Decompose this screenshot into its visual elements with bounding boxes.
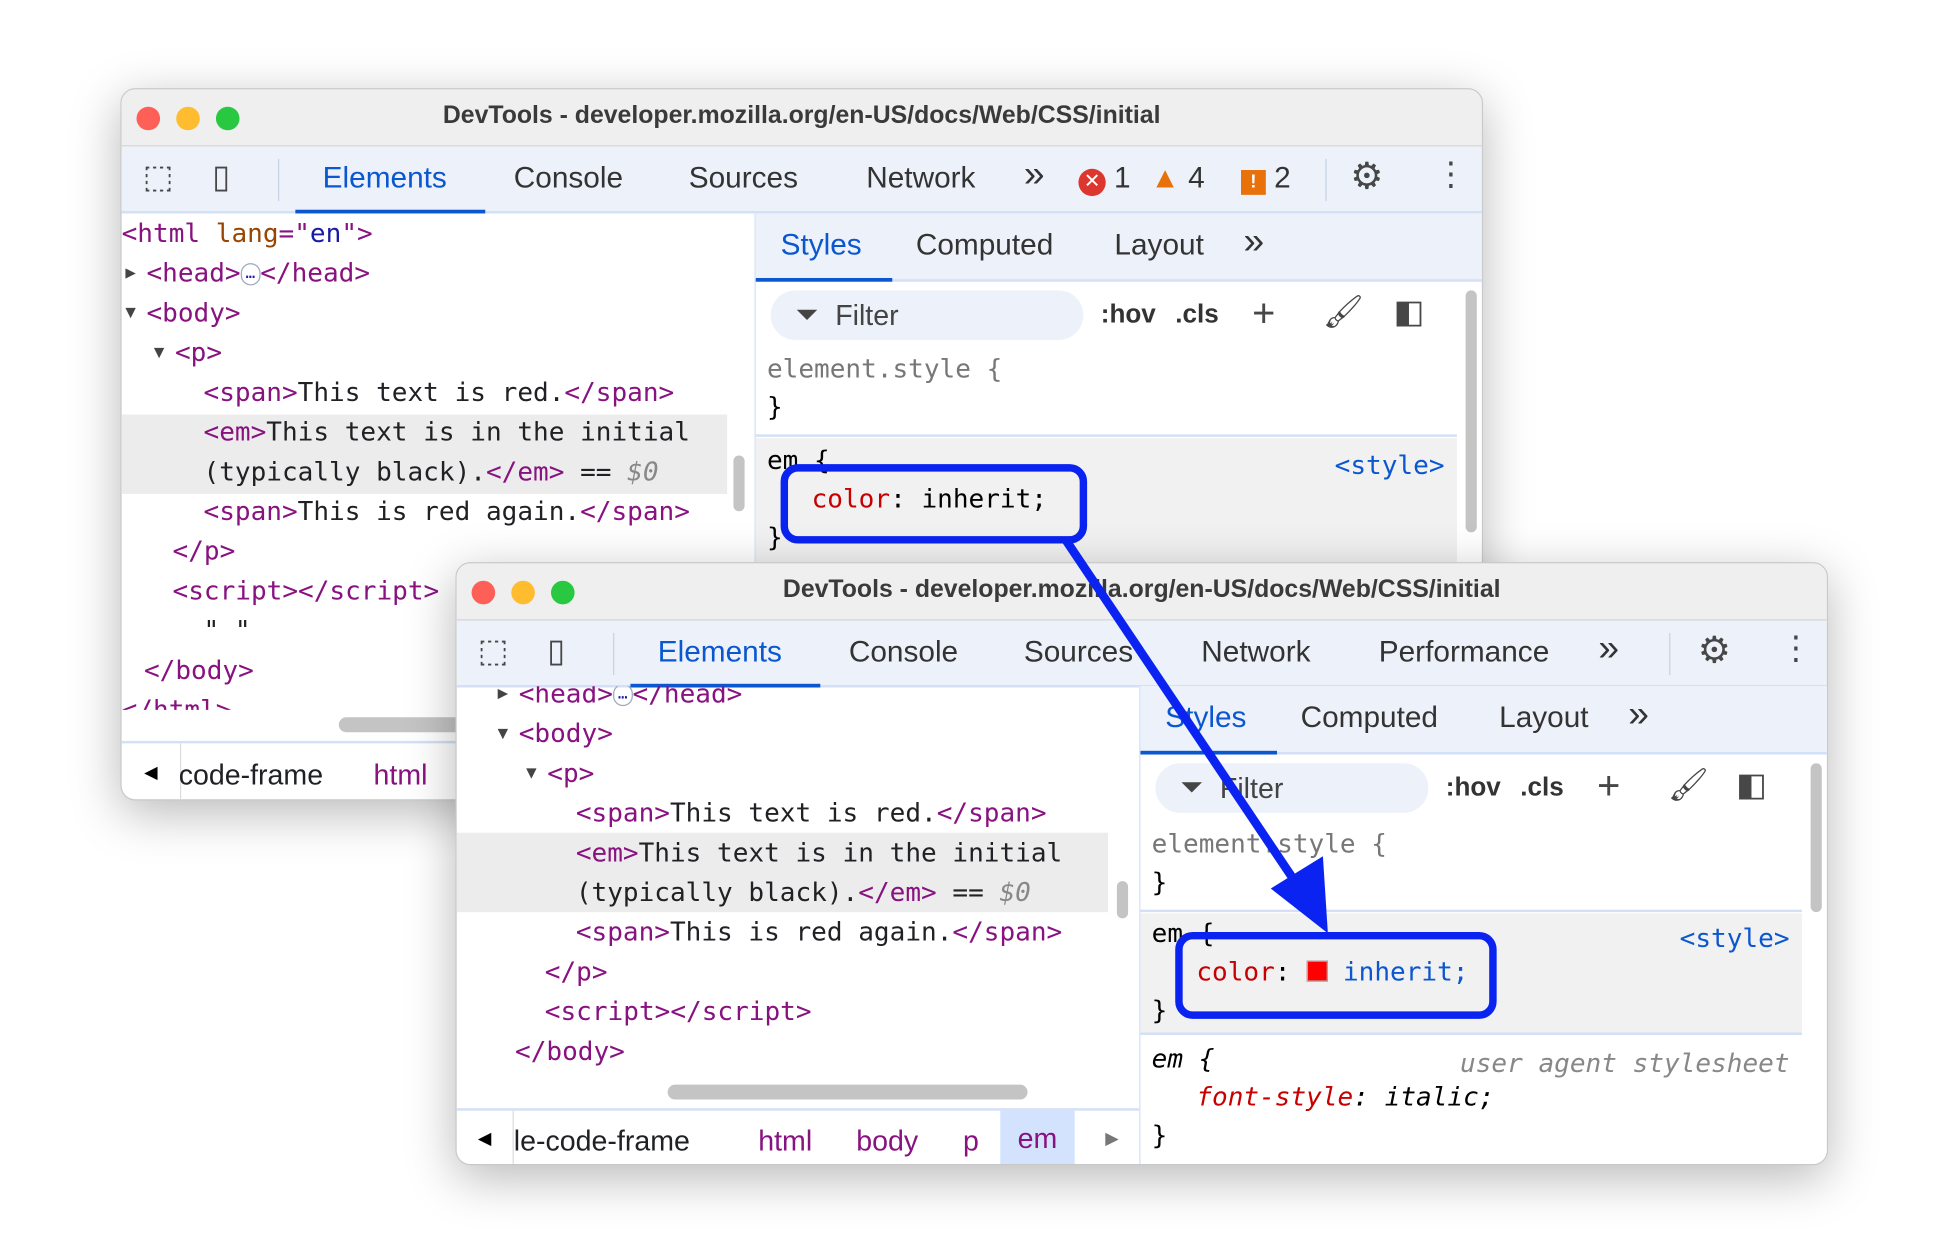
annotation-arrow (1061, 536, 1328, 934)
